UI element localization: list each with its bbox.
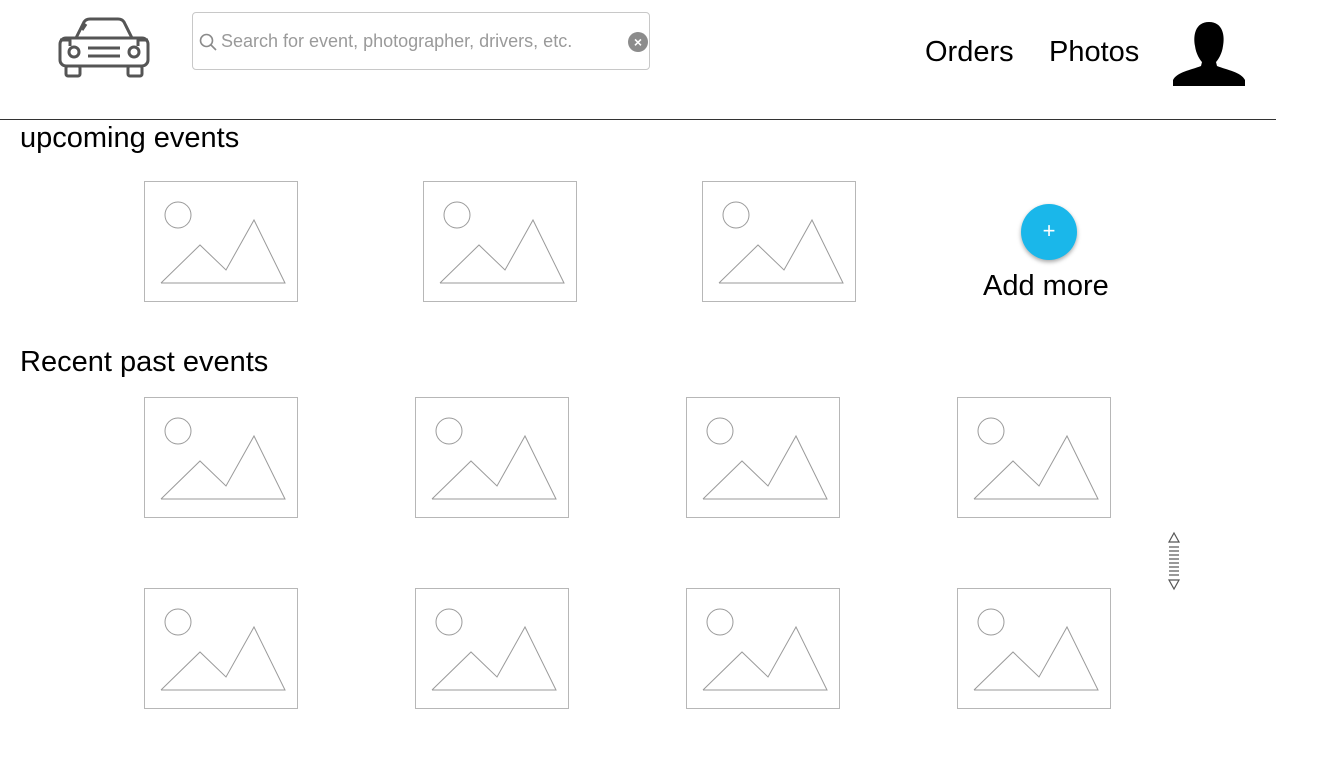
past-event-thumbnail[interactable] xyxy=(686,588,840,709)
past-event-thumbnail[interactable] xyxy=(144,397,298,518)
image-placeholder-icon xyxy=(160,201,286,284)
image-placeholder-icon xyxy=(431,417,557,500)
app-page: × Orders Photos upcoming events + Add mo… xyxy=(0,0,1336,761)
past-event-thumbnail[interactable] xyxy=(957,588,1111,709)
add-more-button[interactable]: + xyxy=(1021,204,1077,260)
past-event-thumbnail[interactable] xyxy=(144,588,298,709)
past-event-thumbnail[interactable] xyxy=(415,588,569,709)
car-logo-icon[interactable] xyxy=(56,16,152,82)
image-placeholder-icon xyxy=(431,608,557,691)
image-placeholder-icon xyxy=(160,608,286,691)
image-placeholder-icon xyxy=(973,608,1099,691)
upcoming-event-thumbnail[interactable] xyxy=(423,181,577,302)
vertical-resize-handle-icon[interactable] xyxy=(1166,531,1182,591)
search-box: × xyxy=(192,12,650,70)
upcoming-events-title: upcoming events xyxy=(20,122,240,154)
upcoming-event-thumbnail[interactable] xyxy=(144,181,298,302)
user-avatar-icon[interactable] xyxy=(1173,20,1245,86)
image-placeholder-icon xyxy=(973,417,1099,500)
search-input[interactable] xyxy=(221,27,601,55)
image-placeholder-icon xyxy=(702,608,828,691)
nav-photos-link[interactable]: Photos xyxy=(1049,36,1139,69)
header-divider xyxy=(0,119,1276,120)
search-icon xyxy=(199,33,217,51)
upcoming-event-thumbnail[interactable] xyxy=(702,181,856,302)
image-placeholder-icon xyxy=(439,201,565,284)
clear-search-icon[interactable]: × xyxy=(628,32,648,52)
past-event-thumbnail[interactable] xyxy=(686,397,840,518)
past-event-thumbnail[interactable] xyxy=(957,397,1111,518)
past-event-thumbnail[interactable] xyxy=(415,397,569,518)
image-placeholder-icon xyxy=(160,417,286,500)
add-more-label[interactable]: Add more xyxy=(983,270,1109,303)
recent-past-events-title: Recent past events xyxy=(20,346,269,378)
nav-orders-link[interactable]: Orders xyxy=(925,36,1014,69)
image-placeholder-icon xyxy=(702,417,828,500)
image-placeholder-icon xyxy=(718,201,844,284)
